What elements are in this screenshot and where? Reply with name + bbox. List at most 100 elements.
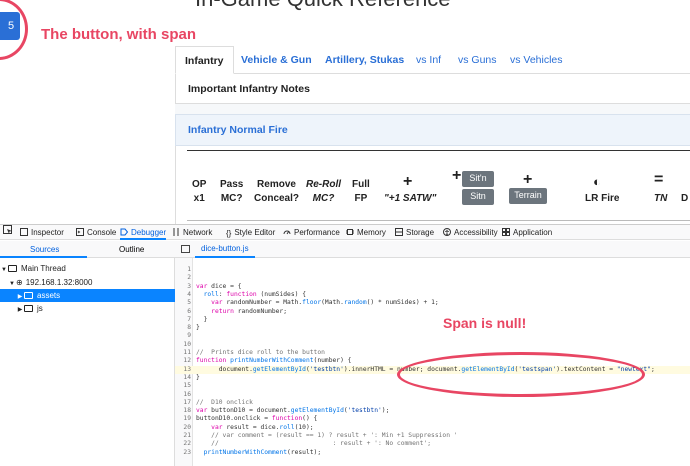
- line-number[interactable]: 5: [175, 299, 191, 307]
- line-number[interactable]: 2: [175, 274, 191, 282]
- code-text: function printNumberWithComment(number) …: [196, 357, 352, 365]
- line-number[interactable]: 23: [175, 449, 191, 457]
- equals-icon: =: [654, 171, 664, 188]
- network-icon: [173, 228, 179, 236]
- table-divider: [187, 220, 690, 221]
- tab-style-editor[interactable]: {} Style Editor: [226, 225, 275, 240]
- tree-item-js[interactable]: ▶ js: [0, 302, 175, 315]
- code-line[interactable]: 6 return randomNumber;: [175, 308, 690, 316]
- tab-infantry[interactable]: Infantry: [175, 46, 234, 74]
- file-tab-dice-button[interactable]: dice-button.js: [195, 241, 255, 258]
- code-line[interactable]: 21 // var comment = (result == 1) ? resu…: [175, 432, 690, 440]
- tab-vs-inf[interactable]: vs Inf: [416, 46, 441, 74]
- code-line[interactable]: 22 // : result + ': No comment';: [175, 440, 690, 448]
- tab-vs-guns[interactable]: vs Guns: [458, 46, 497, 74]
- line-number[interactable]: 4: [175, 291, 191, 299]
- code-line[interactable]: 10: [175, 341, 690, 349]
- line-number[interactable]: 8: [175, 324, 191, 332]
- fire-table-panel: [175, 146, 690, 224]
- folder-icon: [24, 305, 33, 312]
- line-number[interactable]: 22: [175, 440, 191, 448]
- code-line[interactable]: 23 printNumberWithComment(result);: [175, 449, 690, 457]
- sitn-chip-bottom[interactable]: Sitn: [462, 189, 494, 205]
- code-text: // Prints dice roll to the button: [196, 349, 325, 356]
- code-line[interactable]: 17 // D10 onclick: [175, 399, 690, 407]
- tree-item-main-thread[interactable]: ▼ Main Thread: [0, 262, 175, 275]
- screenshot-root: { "page": { "title": "In-Game Quick Refe…: [0, 0, 690, 466]
- console-icon: [76, 228, 84, 236]
- terrain-chip[interactable]: Terrain: [509, 188, 547, 204]
- code-line[interactable]: 16: [175, 391, 690, 399]
- line-number[interactable]: 11: [175, 349, 191, 357]
- code-text: }: [196, 315, 208, 323]
- code-line[interactable]: 9: [175, 332, 690, 340]
- code-line[interactable]: 3 var dice = {: [175, 283, 690, 291]
- code-line[interactable]: 4 roll: function (numSides) {: [175, 291, 690, 299]
- code-line[interactable]: 7 }: [175, 316, 690, 324]
- line-number[interactable]: 20: [175, 424, 191, 432]
- tab-application[interactable]: Application: [502, 225, 552, 240]
- line-number[interactable]: 10: [175, 341, 191, 349]
- line-number[interactable]: 21: [175, 432, 191, 440]
- dice-roll-button[interactable]: 5: [0, 12, 20, 40]
- line-number[interactable]: 12: [175, 357, 191, 365]
- null-highlight-ellipse: [397, 352, 645, 397]
- column-d: D: [681, 193, 689, 204]
- line-number[interactable]: 7: [175, 316, 191, 324]
- line-number[interactable]: 6: [175, 308, 191, 316]
- tree-item-assets[interactable]: ▶ assets: [0, 289, 175, 302]
- column-full-fp: Full FP: [352, 179, 370, 204]
- line-number[interactable]: 15: [175, 382, 191, 390]
- sitn-chip-top[interactable]: Sit'n: [462, 171, 494, 187]
- line-number[interactable]: 1: [175, 266, 191, 274]
- code-text: // : result + ': No comment';: [196, 440, 432, 448]
- code-line[interactable]: 1: [175, 266, 690, 274]
- plus-icon: +: [523, 171, 533, 188]
- code-line[interactable]: 19 buttonD10.onclick = function() {: [175, 415, 690, 423]
- line-number[interactable]: 17: [175, 399, 191, 407]
- line-number[interactable]: 16: [175, 391, 191, 399]
- tab-inspector[interactable]: Inspector: [20, 225, 64, 240]
- pick-element-icon[interactable]: [3, 225, 13, 240]
- line-number[interactable]: 18: [175, 407, 191, 415]
- column-satw: "+1 SATW": [384, 193, 437, 204]
- code-line[interactable]: 5 var randomNumber = Math.floor(Math.ran…: [175, 299, 690, 307]
- code-line[interactable]: 20 var result = dice.roll(10);: [175, 424, 690, 432]
- thread-icon: [8, 265, 17, 272]
- table-divider: [187, 150, 690, 151]
- debugger-icon: [120, 228, 128, 236]
- tab-network[interactable]: Network: [172, 225, 212, 240]
- tab-vs-vehicles[interactable]: vs Vehicles: [510, 46, 563, 74]
- tab-performance[interactable]: Performance: [283, 225, 340, 240]
- column-reroll-mc: Re-Roll MC?: [306, 179, 341, 204]
- tab-outline[interactable]: Outline: [119, 241, 144, 258]
- line-number[interactable]: 14: [175, 374, 191, 382]
- tab-storage[interactable]: Storage: [395, 225, 434, 240]
- code-line[interactable]: 2: [175, 274, 690, 282]
- tab-debugger[interactable]: Debugger: [120, 225, 167, 240]
- code-line[interactable]: 18 var buttonD10 = document.getElementByI…: [175, 407, 690, 415]
- line-number[interactable]: 9: [175, 332, 191, 340]
- line-number[interactable]: 13: [175, 366, 191, 374]
- tab-accessibility[interactable]: Accessibility: [443, 225, 498, 240]
- reference-tabs: Infantry Vehicle & Gun Artillery, Stukas…: [175, 46, 690, 74]
- line-number[interactable]: 3: [175, 283, 191, 291]
- page-title: In-Game Quick Reference: [195, 0, 451, 12]
- code-line[interactable]: 8}: [175, 324, 690, 332]
- tree-item-host[interactable]: ▼⊕ 192.168.1.32:8000: [0, 276, 175, 289]
- code-line[interactable]: 11 // Prints dice roll to the button: [175, 349, 690, 357]
- tab-memory[interactable]: Memory: [346, 225, 386, 240]
- toggle-sidebar-icon[interactable]: [181, 245, 190, 253]
- tab-vehicle-gun[interactable]: Vehicle & Gun: [241, 46, 312, 74]
- column-op: OP x1: [192, 179, 207, 204]
- application-icon: [502, 228, 510, 236]
- tab-console[interactable]: Console: [76, 225, 116, 240]
- tab-artillery-stukas[interactable]: Artillery, Stukas: [325, 46, 404, 74]
- infantry-notes-heading[interactable]: Important Infantry Notes: [175, 74, 690, 104]
- devtools-toolbar: Inspector Console Debugger Network {} Sty…: [0, 224, 690, 240]
- line-number[interactable]: 19: [175, 415, 191, 423]
- code-text: var randomNumber = Math.floor(Math.rando…: [211, 299, 439, 307]
- infantry-fire-heading[interactable]: Infantry Normal Fire: [175, 114, 690, 146]
- storage-icon: [395, 228, 403, 236]
- panel-gap: [175, 104, 690, 114]
